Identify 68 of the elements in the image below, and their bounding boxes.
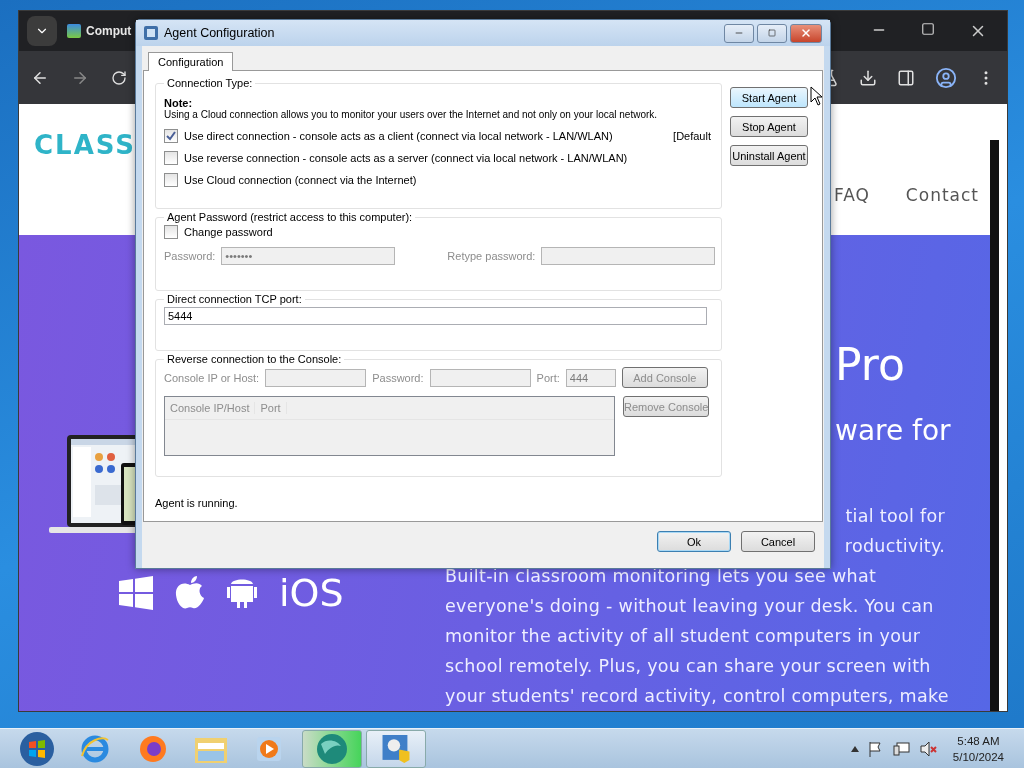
hero-text-line: tial tool for (845, 505, 945, 528)
hero-text-line: monitor the activity of all student computers in your (445, 625, 922, 648)
group-label: Agent Password (restrict access to this computer): (166, 211, 414, 223)
profile-icon[interactable] (935, 66, 957, 89)
apple-icon (175, 576, 205, 610)
note-text: Using a Cloud connection allows you to monitor your users over the Internet and not only on your local network. (164, 109, 658, 121)
minimize-button[interactable] (724, 23, 754, 43)
field-label: Port: (536, 371, 560, 384)
hero-text-line: Built-in classroom monitoring lets you see what (445, 565, 878, 588)
maximize-icon (768, 29, 776, 37)
scrollbar[interactable] (990, 140, 999, 711)
hero-text-line: roductivity. (844, 535, 945, 558)
agent-button[interactable]: Start Agent (730, 87, 808, 108)
status-text: Agent is running. (155, 497, 238, 509)
checkbox[interactable] (164, 129, 178, 143)
hero-subheading: ware for (835, 413, 952, 449)
note-title: Note: (164, 97, 193, 109)
group-label: Connection Type: (166, 77, 254, 89)
checkbox-label[interactable]: Use Cloud connection (connect via the Internet) (184, 174, 417, 186)
close-icon (800, 27, 812, 39)
reload-icon[interactable] (111, 69, 127, 86)
browser-tab[interactable]: Comput (67, 24, 132, 39)
nav-link[interactable]: FAQ (833, 184, 870, 205)
checkbox-label[interactable]: Use reverse connection - console acts as a server (connect via local network - LAN/WLAN) (184, 152, 628, 164)
muted-speaker-icon (919, 740, 938, 757)
hero-heading: Pro (835, 339, 906, 391)
window-title: Agent Configuration (164, 26, 275, 40)
hero-text-line: everyone's doing - without leaving your desk. You can (445, 595, 935, 618)
download-icon[interactable] (859, 68, 877, 87)
nav-link[interactable]: Contact (905, 184, 979, 205)
field-label: Password: (372, 371, 424, 384)
agent-button[interactable]: Uninstall Agent (730, 145, 808, 166)
taskbar-app[interactable] (302, 729, 362, 768)
tab[interactable]: Configuration (148, 52, 234, 71)
checkbox-label[interactable]: Use direct connection - console acts as a client (connect via local network - LAN/WLAN) (184, 130, 613, 142)
tab-list-button[interactable] (27, 16, 57, 47)
android-icon (227, 578, 257, 608)
retype-password-field[interactable] (541, 247, 716, 265)
checkbox[interactable] (164, 151, 178, 165)
person-shield-icon (382, 734, 410, 763)
checkbox[interactable] (164, 173, 178, 187)
password-field[interactable] (429, 368, 531, 387)
dialog-button[interactable]: Ok (657, 531, 731, 552)
app-icon (144, 26, 158, 40)
port-field[interactable]: 5444 (164, 307, 707, 325)
taskbar-app[interactable] (366, 729, 426, 768)
tray-arrow-icon (850, 745, 859, 752)
globe-icon (317, 733, 347, 764)
network-icon (892, 740, 911, 757)
maximize-icon[interactable] (921, 22, 935, 37)
maximize-button[interactable] (757, 23, 787, 43)
agent-button[interactable]: Stop Agent (730, 116, 808, 137)
column-header: Port (255, 402, 287, 414)
flag-icon (867, 740, 884, 757)
windows-icon (119, 576, 153, 610)
platform-label: iOS (279, 571, 344, 615)
column-header: Console IP/Host (165, 402, 256, 414)
field-label: Retype password: (447, 250, 536, 262)
dialog-button[interactable]: Cancel (741, 531, 815, 552)
group-label: Direct connection TCP port: (166, 293, 303, 305)
clock[interactable]: 5:48 AM 5/10/2024 (952, 732, 1004, 765)
side-panel-icon[interactable] (897, 68, 915, 87)
field-label: Password: (164, 250, 216, 262)
hero-text-line: school remotely. Plus, you can share your screen with (445, 655, 932, 678)
default-label: [Default (673, 130, 712, 142)
group-label: Reverse connection to the Console: (166, 353, 343, 365)
close-button[interactable] (790, 23, 822, 43)
field-label: Console IP or Host: (164, 371, 260, 384)
